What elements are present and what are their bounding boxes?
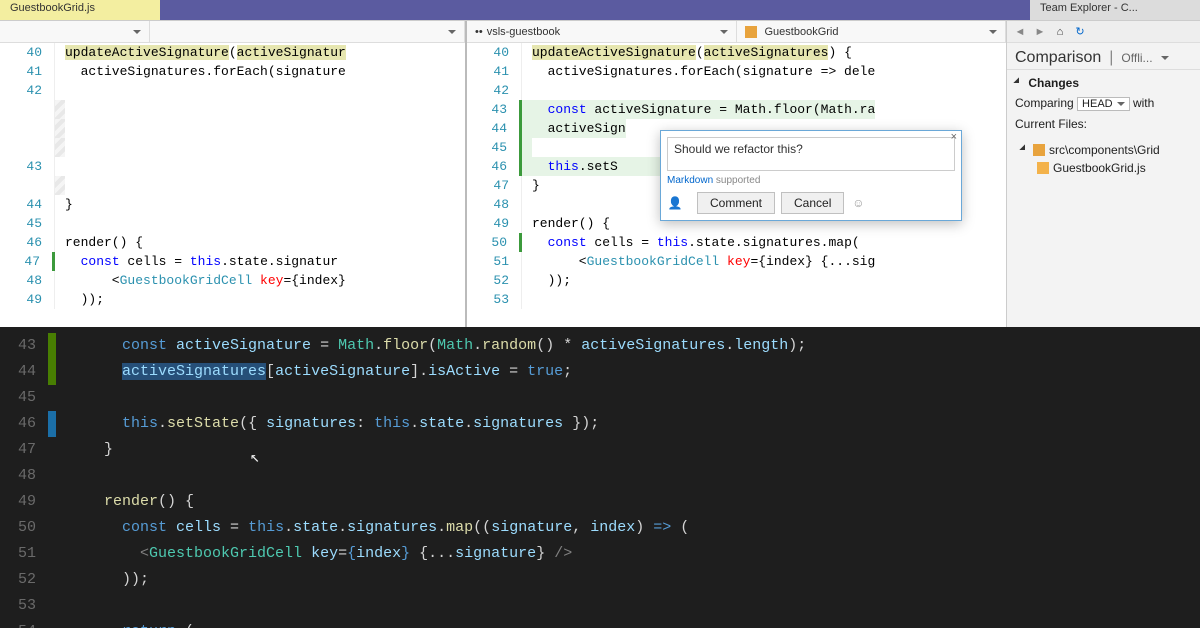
- current-files-label-row: Current Files:: [1007, 117, 1200, 137]
- comparison-title: Comparison: [1015, 49, 1101, 67]
- comparing-dropdown[interactable]: HEAD: [1077, 97, 1130, 111]
- comparing-value: HEAD: [1082, 98, 1113, 110]
- chevron-down-icon: [133, 30, 141, 38]
- class-icon: [745, 26, 757, 38]
- expander-icon[interactable]: [1013, 77, 1024, 88]
- folder-icon: [1033, 144, 1045, 156]
- diff-left-pane: 40updateActiveSignature(activeSignatur41…: [0, 21, 467, 327]
- file-icon: [1037, 162, 1049, 174]
- tree-file-label: GuestbookGrid.js: [1053, 161, 1146, 175]
- crumb-project[interactable]: ••vsls-guestbook: [467, 21, 737, 42]
- explorer-toolbar: ◄ ► ⌂ ↻: [1007, 21, 1200, 43]
- explorer-changes-section: Changes: [1007, 69, 1200, 96]
- changes-heading: Changes: [1028, 76, 1079, 90]
- tree-folder[interactable]: src\components\Grid: [1021, 141, 1192, 159]
- chevron-down-icon: [448, 30, 456, 38]
- crumb-project-label: vsls-guestbook: [487, 26, 560, 38]
- editor-dark-pane[interactable]: 43 const activeSignature = Math.floor(Ma…: [0, 327, 1200, 628]
- cancel-button[interactable]: Cancel: [781, 192, 844, 214]
- tab-strip: GuestbookGrid.js Team Explorer - C...: [0, 0, 1200, 20]
- with-label: with: [1133, 96, 1154, 110]
- chevron-down-icon: [1117, 102, 1125, 110]
- comparison-subtitle: Offli...: [1121, 51, 1152, 65]
- close-icon[interactable]: ×: [951, 131, 957, 143]
- emoji-icon[interactable]: ☺: [850, 195, 866, 211]
- dialog-actions: 👤 Comment Cancel ☺: [667, 192, 955, 214]
- current-files-label: Current Files:: [1015, 117, 1087, 131]
- crumb-class-label: GuestbookGrid: [765, 26, 839, 38]
- explorer-section-title: Comparison | Offli...: [1007, 43, 1200, 69]
- file-tree: src\components\Grid GuestbookGrid.js: [1007, 137, 1200, 177]
- person-icon[interactable]: 👤: [667, 195, 683, 211]
- panel-tab-team-explorer[interactable]: Team Explorer - C...: [1030, 0, 1200, 20]
- chevron-down-icon[interactable]: [1161, 56, 1169, 64]
- diff-explorer-area: 40updateActiveSignature(activeSignatur41…: [0, 20, 1200, 327]
- chevron-down-icon: [989, 30, 997, 38]
- code-body-left[interactable]: 40updateActiveSignature(activeSignatur41…: [0, 43, 465, 327]
- tree-file[interactable]: GuestbookGrid.js: [1037, 159, 1192, 177]
- comparing-label: Comparing: [1015, 96, 1074, 110]
- comment-dialog: × Should we refactor this? Markdown supp…: [660, 130, 962, 221]
- file-tab-guestbookgrid[interactable]: GuestbookGrid.js: [0, 0, 160, 20]
- home-icon[interactable]: ⌂: [1053, 25, 1067, 39]
- breadcrumb-bar-right: ••vsls-guestbook GuestbookGrid: [467, 21, 1006, 43]
- team-explorer-panel: ◄ ► ⌂ ↻ Comparison | Offli... Changes Co…: [1007, 21, 1200, 327]
- expander-icon: [1019, 144, 1030, 155]
- refresh-icon[interactable]: ↻: [1073, 25, 1087, 39]
- breadcrumb-bar-left: [0, 21, 465, 43]
- comparing-row: Comparing HEAD with: [1007, 96, 1200, 117]
- back-icon[interactable]: ◄: [1013, 25, 1027, 39]
- comment-input[interactable]: Should we refactor this?: [667, 137, 955, 171]
- markdown-supported-note: Markdown supported: [667, 175, 955, 186]
- tree-folder-label: src\components\Grid: [1049, 143, 1160, 157]
- forward-icon[interactable]: ►: [1033, 25, 1047, 39]
- chevron-down-icon: [720, 30, 728, 38]
- crumb-left-2[interactable]: [150, 21, 465, 42]
- comment-button[interactable]: Comment: [697, 192, 775, 214]
- crumb-left-1[interactable]: [0, 21, 150, 42]
- crumb-class[interactable]: GuestbookGrid: [737, 21, 1007, 42]
